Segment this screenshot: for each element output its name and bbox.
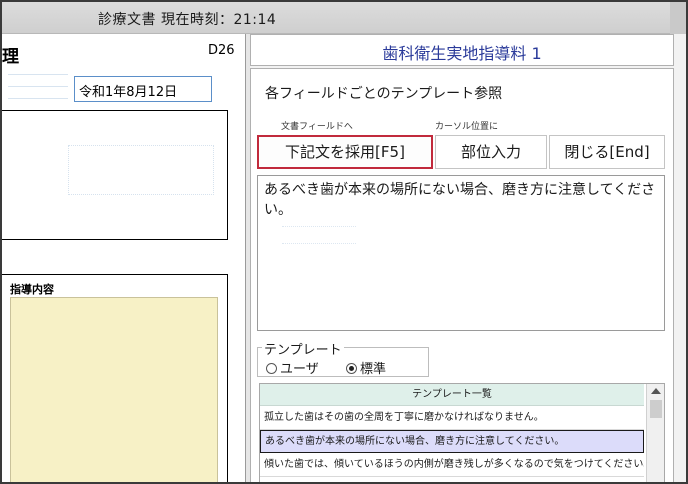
guidance-label: 指導内容 — [10, 283, 54, 296]
template-list-row[interactable]: 孤立した歯はその歯の全周を丁寧に磨かなければなりません。 — [260, 407, 644, 430]
document-box[interactable] — [2, 110, 228, 240]
template-group-legend: テンプレート — [262, 339, 344, 358]
radio-user-label: ユーザ — [280, 362, 319, 377]
faint-box — [68, 145, 214, 195]
template-text-area[interactable]: あるべき歯が本来の場所にない場合、磨き方に注意してください。 — [257, 175, 665, 331]
template-panel: 歯科衛生実地指導料 1 各フィールドごとのテンプレート参照 文書フィールドへ カ… — [250, 34, 686, 482]
radio-user[interactable]: ユーザ — [266, 358, 319, 377]
cursor-position-label: カーソル位置に — [435, 122, 499, 132]
part-input-button[interactable]: 部位入力 — [435, 135, 547, 169]
date-field[interactable]: 令和1年8月12日 — [74, 76, 212, 102]
radio-standard[interactable]: 標準 — [346, 358, 386, 377]
window-title: 診療文書 現在時刻：21:14 — [98, 12, 277, 28]
faint-box — [282, 226, 356, 244]
application-window: 診療文書 現在時刻：21:14 理 D26 令和1年8月12日 指導内容 歯科衛… — [0, 0, 688, 484]
faint-line — [8, 98, 68, 99]
document-preview: 理 D26 令和1年8月12日 指導内容 — [2, 34, 246, 482]
template-text: あるべき歯が本来の場所にない場合、磨き方に注意してください。 — [264, 182, 656, 218]
guidance-text-area[interactable] — [10, 297, 218, 482]
template-type-group: テンプレート ユーザ 標準 — [257, 339, 429, 377]
radio-standard-label: 標準 — [360, 362, 387, 377]
doc-field-label: 文書フィールドへ — [281, 122, 353, 132]
template-list: テンプレート一覧 孤立した歯はその歯の全周を丁寧に磨かなければなりません。 ある… — [259, 383, 665, 482]
adopt-text-button[interactable]: 下記文を採用[F5] — [257, 135, 433, 169]
scrollbar-thumb[interactable] — [650, 400, 662, 418]
panel-header: 歯科衛生実地指導料 1 — [250, 34, 674, 66]
template-list-row-selected[interactable]: あるべき歯が本来の場所にない場合、磨き方に注意してください。 — [260, 430, 644, 453]
faint-line — [8, 86, 68, 87]
document-code: D26 — [208, 43, 235, 58]
panel-title: 歯科衛生実地指導料 1 — [382, 44, 542, 63]
template-reference-box: 各フィールドごとのテンプレート参照 文書フィールドへ カーソル位置に 下記文を採… — [250, 68, 674, 482]
radio-standard-circle[interactable] — [346, 363, 357, 374]
scroll-up-arrow-icon[interactable] — [651, 388, 661, 394]
template-list-header: テンプレート一覧 — [260, 384, 644, 406]
list-scrollbar[interactable] — [646, 384, 664, 482]
section-title: 各フィールドごとのテンプレート参照 — [265, 86, 503, 102]
radio-user-circle[interactable] — [266, 363, 277, 374]
titlebar-edge — [670, 2, 686, 34]
close-button[interactable]: 閉じる[End] — [549, 135, 665, 169]
template-list-row[interactable]: 傾いた歯では、傾いているほうの内側が磨き残しが多くなるので気をつけてください。 — [260, 454, 644, 477]
faint-line — [8, 74, 68, 75]
title-bar: 診療文書 現在時刻：21:14 — [2, 2, 686, 34]
document-header: 理 — [2, 47, 19, 67]
guidance-box: 指導内容 — [2, 274, 228, 482]
